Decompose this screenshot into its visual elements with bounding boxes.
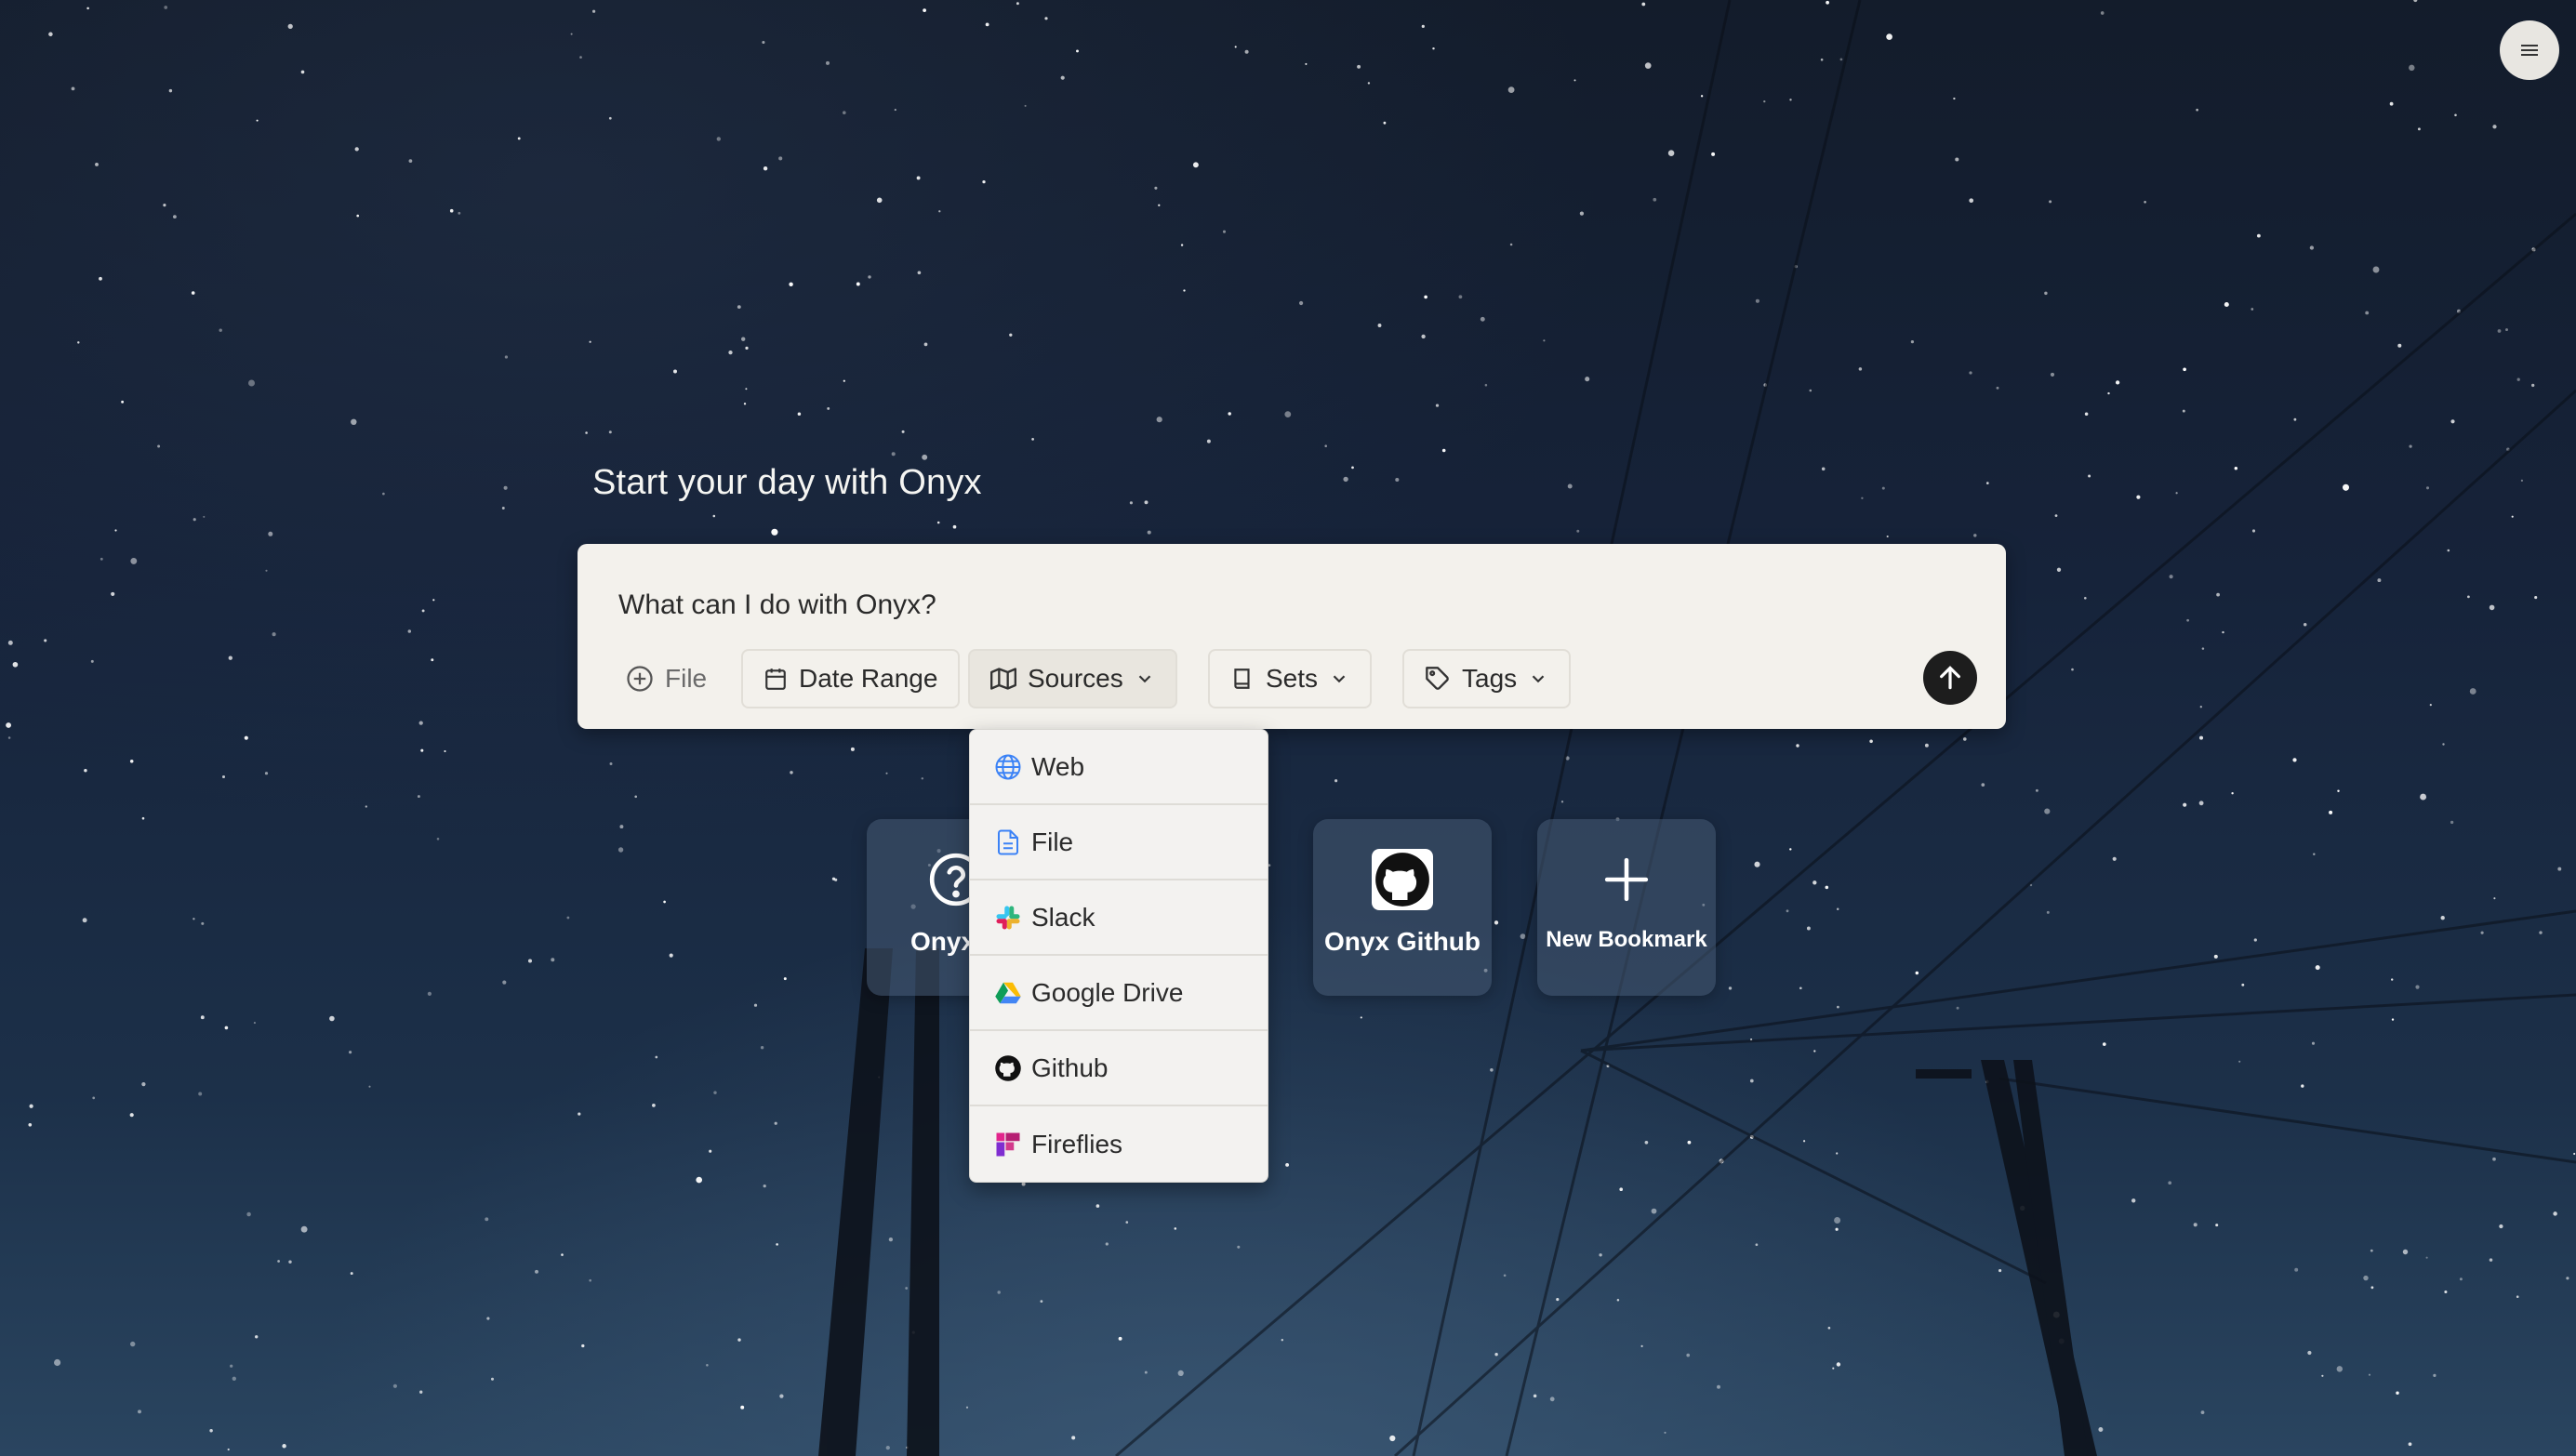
bookmark-label: New Bookmark: [1546, 927, 1707, 952]
map-icon: [990, 668, 1016, 690]
source-option-github[interactable]: Github: [970, 1031, 1268, 1106]
new-bookmark-button[interactable]: New Bookmark: [1537, 819, 1716, 996]
menu-button[interactable]: [2500, 20, 2559, 80]
date-range-label: Date Range: [799, 664, 938, 693]
hamburger-icon: [2521, 45, 2538, 56]
tags-button[interactable]: Tags: [1402, 649, 1572, 708]
arrow-up-icon: [1940, 666, 1960, 690]
github-icon: [995, 1054, 1021, 1081]
bookmark-onyx-github[interactable]: Onyx Github: [1313, 819, 1492, 996]
google-drive-icon: [995, 982, 1021, 1003]
attach-file-button[interactable]: File: [604, 649, 729, 708]
file-icon: [998, 829, 1018, 854]
source-option-fireflies[interactable]: Fireflies: [970, 1106, 1268, 1182]
plus-circle-icon: [627, 666, 653, 692]
sources-button[interactable]: Sources: [968, 649, 1177, 708]
tag-icon: [1426, 667, 1449, 690]
source-option-google-drive[interactable]: Google Drive: [970, 956, 1268, 1031]
chevron-down-icon: [1333, 675, 1346, 683]
tags-label: Tags: [1462, 664, 1518, 693]
sets-label: Sets: [1266, 664, 1319, 693]
attach-file-label: File: [665, 664, 708, 693]
date-range-button[interactable]: Date Range: [741, 649, 961, 708]
slack-icon: [996, 906, 1020, 929]
source-option-slack[interactable]: Slack: [970, 880, 1268, 956]
chevron-down-icon: [1138, 675, 1150, 683]
source-option-label: Google Drive: [1031, 977, 1184, 1007]
source-option-label: Fireflies: [1031, 1129, 1123, 1158]
source-option-label: Web: [1031, 751, 1085, 781]
calendar-icon: [765, 668, 786, 690]
sources-label: Sources: [1028, 664, 1123, 693]
source-option-label: Slack: [1031, 902, 1095, 932]
globe-icon: [995, 754, 1021, 779]
send-button[interactable]: [1923, 651, 1977, 705]
page-title: Start your day with Onyx: [592, 463, 982, 502]
source-option-web[interactable]: Web: [970, 730, 1268, 805]
sets-button[interactable]: Sets: [1208, 649, 1373, 708]
bookmark-label: Onyx Github: [1324, 927, 1481, 956]
book-icon: [1234, 668, 1250, 689]
github-icon: [1372, 849, 1433, 910]
fireflies-icon: [996, 1132, 1020, 1156]
source-option-file[interactable]: File: [970, 805, 1268, 880]
chevron-down-icon: [1532, 675, 1545, 683]
source-option-label: File: [1031, 827, 1074, 856]
sources-dropdown: Web File Slack Google Drive Github Firef…: [969, 729, 1268, 1183]
plus-icon: [1604, 857, 1649, 902]
search-card: File Date Range Sources Sets Tags: [578, 544, 2006, 729]
source-option-label: Github: [1031, 1052, 1109, 1082]
search-input[interactable]: [617, 581, 1922, 629]
